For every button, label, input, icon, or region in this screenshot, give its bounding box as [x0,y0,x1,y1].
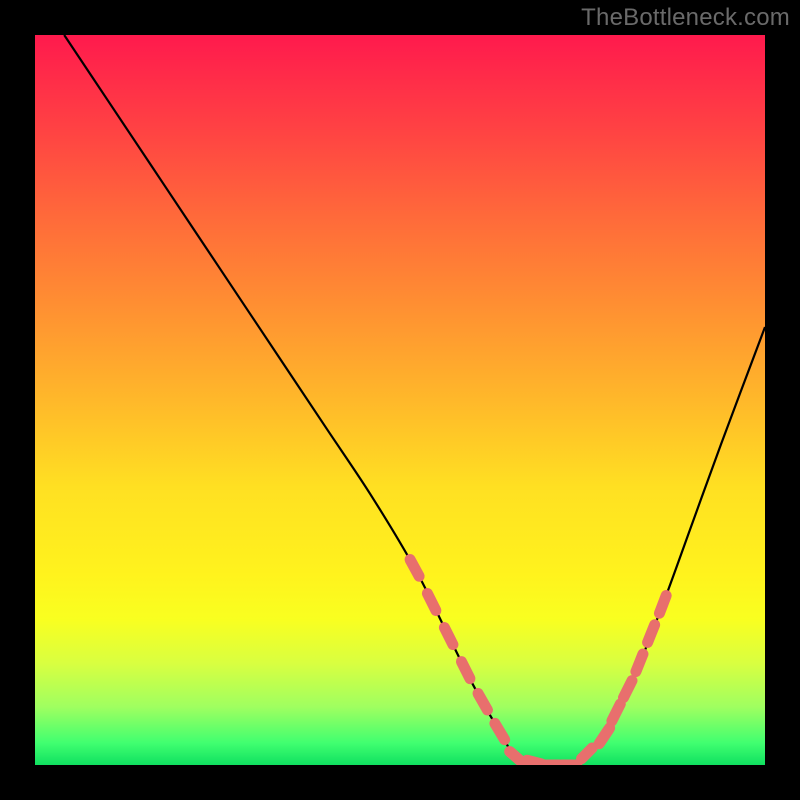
highlight-dash [437,620,460,652]
watermark-text: TheBottleneck.com [581,4,790,32]
highlight-markers [403,552,674,765]
curve-line [64,35,765,765]
bottleneck-curve [64,35,765,765]
highlight-dash [487,716,512,747]
highlight-dash [629,647,650,679]
highlight-dash [471,686,495,718]
highlight-dash [640,618,661,650]
plot-area [35,35,765,765]
chart-frame: TheBottleneck.com [0,0,800,800]
highlight-dash [652,588,673,620]
highlight-dash [616,673,639,705]
highlight-dash [420,586,443,618]
highlight-dash [403,552,427,584]
curve-layer [35,35,765,765]
highlight-dash [454,654,477,686]
